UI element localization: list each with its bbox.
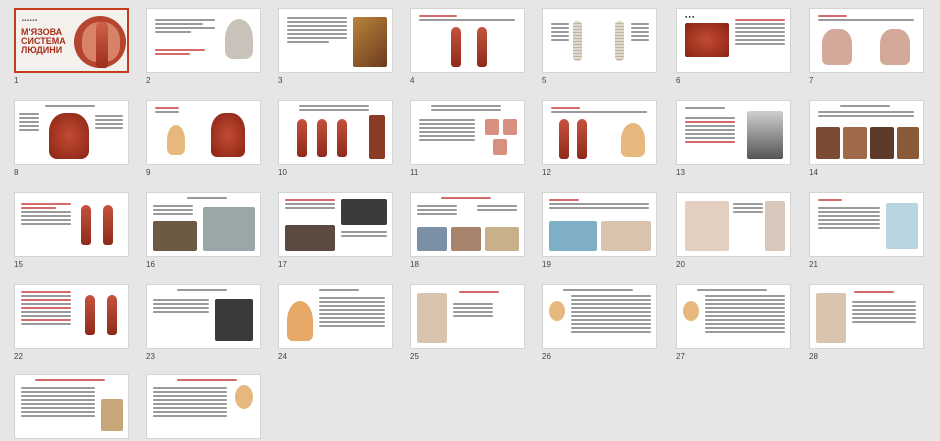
slide-number: 28 [809, 352, 818, 361]
slide-number: 11 [410, 168, 419, 177]
slide-number: 24 [278, 352, 287, 361]
slide-preview: ● ● ● [676, 8, 791, 73]
slide-preview [278, 284, 393, 349]
slide-number: 12 [542, 168, 551, 177]
slide-number: 23 [146, 352, 155, 361]
slide-number: 4 [410, 76, 415, 85]
slide-preview [278, 8, 393, 73]
slide-number: 10 [278, 168, 287, 177]
slide-preview [278, 192, 393, 257]
slide-number: 21 [809, 260, 818, 269]
slide-preview [410, 284, 525, 349]
slide-preview [146, 8, 261, 73]
slide-number: 13 [676, 168, 685, 177]
slide-preview [14, 100, 129, 165]
slide-preview [146, 374, 261, 439]
slide-preview [146, 192, 261, 257]
slide-number: 7 [809, 76, 814, 85]
slide-number: 3 [278, 76, 283, 85]
slide-number: 15 [14, 260, 23, 269]
slide-number: 2 [146, 76, 151, 85]
slide-number: 1 [14, 76, 19, 85]
slide-preview [542, 100, 657, 165]
slide-number: 20 [676, 260, 685, 269]
slide-preview [410, 100, 525, 165]
slide-number: 8 [14, 168, 19, 177]
slide-preview [676, 284, 791, 349]
slide-preview [410, 8, 525, 73]
slide-number: 14 [809, 168, 818, 177]
slide-preview [809, 100, 924, 165]
slide-number: 27 [676, 352, 685, 361]
slide-preview [809, 192, 924, 257]
slide-heading: М'ЯЗОВА СИСТЕМА ЛЮДИНИ [21, 27, 66, 55]
slide-number: 26 [542, 352, 551, 361]
slide-number: 19 [542, 260, 551, 269]
slide-preview [14, 192, 129, 257]
slide-preview [542, 8, 657, 73]
slide-preview [14, 374, 129, 439]
slide-number: 6 [676, 76, 681, 85]
slide-preview [809, 8, 924, 73]
slide-preview [809, 284, 924, 349]
slide-preview [542, 284, 657, 349]
slide-preview [676, 192, 791, 257]
slide-preview [146, 100, 261, 165]
slide-preview [410, 192, 525, 257]
slide-number: 18 [410, 260, 419, 269]
slide-number: 9 [146, 168, 151, 177]
slide-number: 25 [410, 352, 419, 361]
slide-preview: ■ ■ ■ ■ ■ ■ М'ЯЗОВА СИСТЕМА ЛЮДИНИ [14, 8, 129, 73]
slide-preview [676, 100, 791, 165]
slide-preview [14, 284, 129, 349]
slide-number: 16 [146, 260, 155, 269]
slide-number: 5 [542, 76, 547, 85]
slide-preview [146, 284, 261, 349]
slide-preview [278, 100, 393, 165]
slide-preview [542, 192, 657, 257]
slide-number: 22 [14, 352, 23, 361]
slide-number: 17 [278, 260, 287, 269]
